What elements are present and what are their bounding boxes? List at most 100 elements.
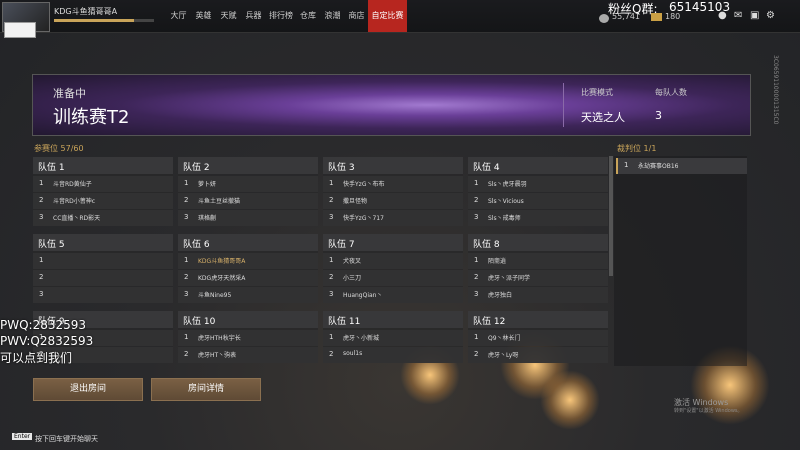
slot-number: 2: [184, 196, 189, 204]
player-name: 快手YzG丶布布: [343, 181, 385, 188]
nav-tab[interactable]: 兵器: [241, 0, 266, 32]
match-title: 训练赛T2: [53, 107, 130, 128]
player-name: 虎牙丶Ly呀: [488, 352, 519, 359]
team-slot[interactable]: 3 HuangQian丶: [323, 287, 463, 303]
team-slot[interactable]: 1 Sls丶虎牙晨羽: [468, 176, 608, 192]
team-size-value: 3: [655, 109, 662, 122]
team-header: 队伍 1: [33, 157, 173, 174]
team-slot[interactable]: 3 Sls丶戒毒师: [468, 210, 608, 226]
slot-number: 3: [184, 290, 189, 298]
fan-group-label: 粉丝Q群:: [608, 2, 658, 16]
participant-seats-label: 参赛位 57/60: [34, 144, 84, 153]
banner-divider: [563, 83, 564, 127]
slot-number: 3: [474, 213, 479, 221]
team-slot[interactable]: 3 快手YzG丶717: [323, 210, 463, 226]
slot-number: 1: [329, 256, 334, 264]
team-slot[interactable]: 2 Sls丶Vicious: [468, 193, 608, 209]
nav-tab[interactable]: 商店: [345, 0, 368, 32]
player-name: KDG斗鱼猜哥哥A: [54, 7, 118, 16]
slot-number: 2: [184, 350, 189, 358]
player-name: 撒旦怪物: [343, 198, 368, 205]
team-card: 队伍 1 1 斗音RD黄仙子 2 斗音RD小蓍神c 3 CC直播丶RD影天: [33, 157, 173, 226]
team-slot[interactable]: 3 CC直播丶RD影天: [33, 210, 173, 226]
slot-number: 3: [474, 290, 479, 298]
team-header: 队伍 5: [33, 234, 173, 251]
nav-tab[interactable]: 排行榜: [266, 0, 296, 32]
team-slot[interactable]: 1 Q9丶林长门: [468, 330, 608, 346]
team-slot[interactable]: 1: [33, 253, 173, 269]
match-status: 准备中: [53, 87, 86, 100]
room-details-button[interactable]: 房间详情: [151, 378, 261, 401]
team-slot[interactable]: 3 斗鱼Nine95: [178, 287, 318, 303]
windows-activation-hint: 转到"设置"以激活 Windows。: [674, 408, 743, 414]
team-card: 队伍 7 1 犬夜叉 2 小三刀 3 HuangQian丶: [323, 234, 463, 303]
slot-number: 2: [474, 350, 479, 358]
team-slot[interactable]: 2 撒旦怪物: [323, 193, 463, 209]
xp-bar: [54, 19, 154, 22]
team-slot[interactable]: 1 快手YzG丶布布: [323, 176, 463, 192]
slot-number: 1: [184, 179, 189, 187]
team-slot[interactable]: 2 小三刀: [323, 270, 463, 286]
fan-group-number: 65145103: [669, 0, 731, 14]
team-slot[interactable]: 3 虎牙独白: [468, 287, 608, 303]
slot-number: 2: [39, 196, 44, 204]
player-name: Q9丶林长门: [488, 335, 521, 342]
team-slot[interactable]: 2 斗音RD小蓍神c: [33, 193, 173, 209]
team-slot[interactable]: 1 KDG斗鱼猜哥哥A: [178, 253, 318, 269]
team-header: 队伍 2: [178, 157, 318, 174]
team-slot[interactable]: 2 soul1s: [323, 347, 463, 363]
slot-number: 1: [184, 256, 189, 264]
slot-number: 2: [329, 350, 334, 358]
scrollbar[interactable]: [609, 156, 613, 276]
nav-tab[interactable]: 英雄: [191, 0, 216, 32]
nav-tab[interactable]: 大厅: [166, 0, 191, 32]
nav-tab[interactable]: 自定比赛: [368, 0, 407, 32]
avatar-badge: [4, 22, 36, 38]
player-name: KDG斗鱼猜哥哥A: [198, 258, 246, 265]
team-slot[interactable]: 3: [33, 287, 173, 303]
player-name: 陌斋逍: [488, 258, 507, 265]
team-slot[interactable]: 1 萝卜妍: [178, 176, 318, 192]
player-name: 萝卜妍: [198, 181, 217, 188]
team-slot[interactable]: 2 虎牙丶派子同学: [468, 270, 608, 286]
team-slot[interactable]: 1 虎牙丶小新城: [323, 330, 463, 346]
player-name: 虎牙HTH秋宇长: [198, 335, 241, 342]
team-header: 队伍 7: [323, 234, 463, 251]
player-name: HuangQian丶: [343, 292, 383, 299]
team-slot[interactable]: 3 琪格蒯: [178, 210, 318, 226]
team-slot[interactable]: 1 斗音RD黄仙子: [33, 176, 173, 192]
team-slot[interactable]: 2 虎牙HT丶驹表: [178, 347, 318, 363]
slot-number: 1: [474, 256, 479, 264]
team-card: 队伍 5 1 2 3: [33, 234, 173, 303]
team-title: 队伍 10: [183, 317, 216, 327]
team-slot[interactable]: 2: [33, 270, 173, 286]
chat-hint: 按下回车键开始聊天: [35, 435, 98, 443]
overlay-pwq: PWQ:2832593: [0, 318, 87, 332]
mail-icon[interactable]: ✉: [734, 10, 742, 21]
player-name: 斗音RD黄仙子: [53, 181, 92, 188]
referee-row[interactable]: 1 永劫赛事OB16: [616, 158, 747, 174]
team-slot[interactable]: 1 犬夜叉: [323, 253, 463, 269]
nav-tab[interactable]: 天赋: [216, 0, 241, 32]
slot-number: 2: [184, 273, 189, 281]
team-card: 队伍 121Q9丶林长门2虎牙丶Ly呀3: [468, 311, 608, 363]
team-title: 队伍 7: [328, 240, 355, 250]
team-slot[interactable]: 2 KDG虎牙天然采A: [178, 270, 318, 286]
slot-number: 3: [39, 213, 44, 221]
team-slot[interactable]: 1 虎牙HTH秋宇长: [178, 330, 318, 346]
team-card: 队伍 8 1 陌斋逍 2 虎牙丶派子同学 3 虎牙独白: [468, 234, 608, 303]
slot-number: 2: [329, 273, 334, 281]
enter-key-icon: Enter: [12, 433, 33, 440]
nav-tab[interactable]: 仓库: [296, 0, 320, 32]
team-slot[interactable]: 2 斗鱼土豆丝撤猫: [178, 193, 318, 209]
team-slot[interactable]: 2 虎牙丶Ly呀: [468, 347, 608, 363]
group-icon[interactable]: ▣: [750, 10, 759, 21]
player-name: 斗音RD小蓍神c: [53, 198, 96, 205]
slot-number: 1: [474, 179, 479, 187]
nav-tab[interactable]: 浪潮: [320, 0, 345, 32]
exit-room-button[interactable]: 退出房间: [33, 378, 143, 401]
gear-icon[interactable]: ⚙: [766, 10, 775, 21]
player-name: Sls丶Vicious: [488, 198, 524, 205]
team-slot[interactable]: 1 陌斋逍: [468, 253, 608, 269]
referee-num: 1: [624, 161, 629, 169]
